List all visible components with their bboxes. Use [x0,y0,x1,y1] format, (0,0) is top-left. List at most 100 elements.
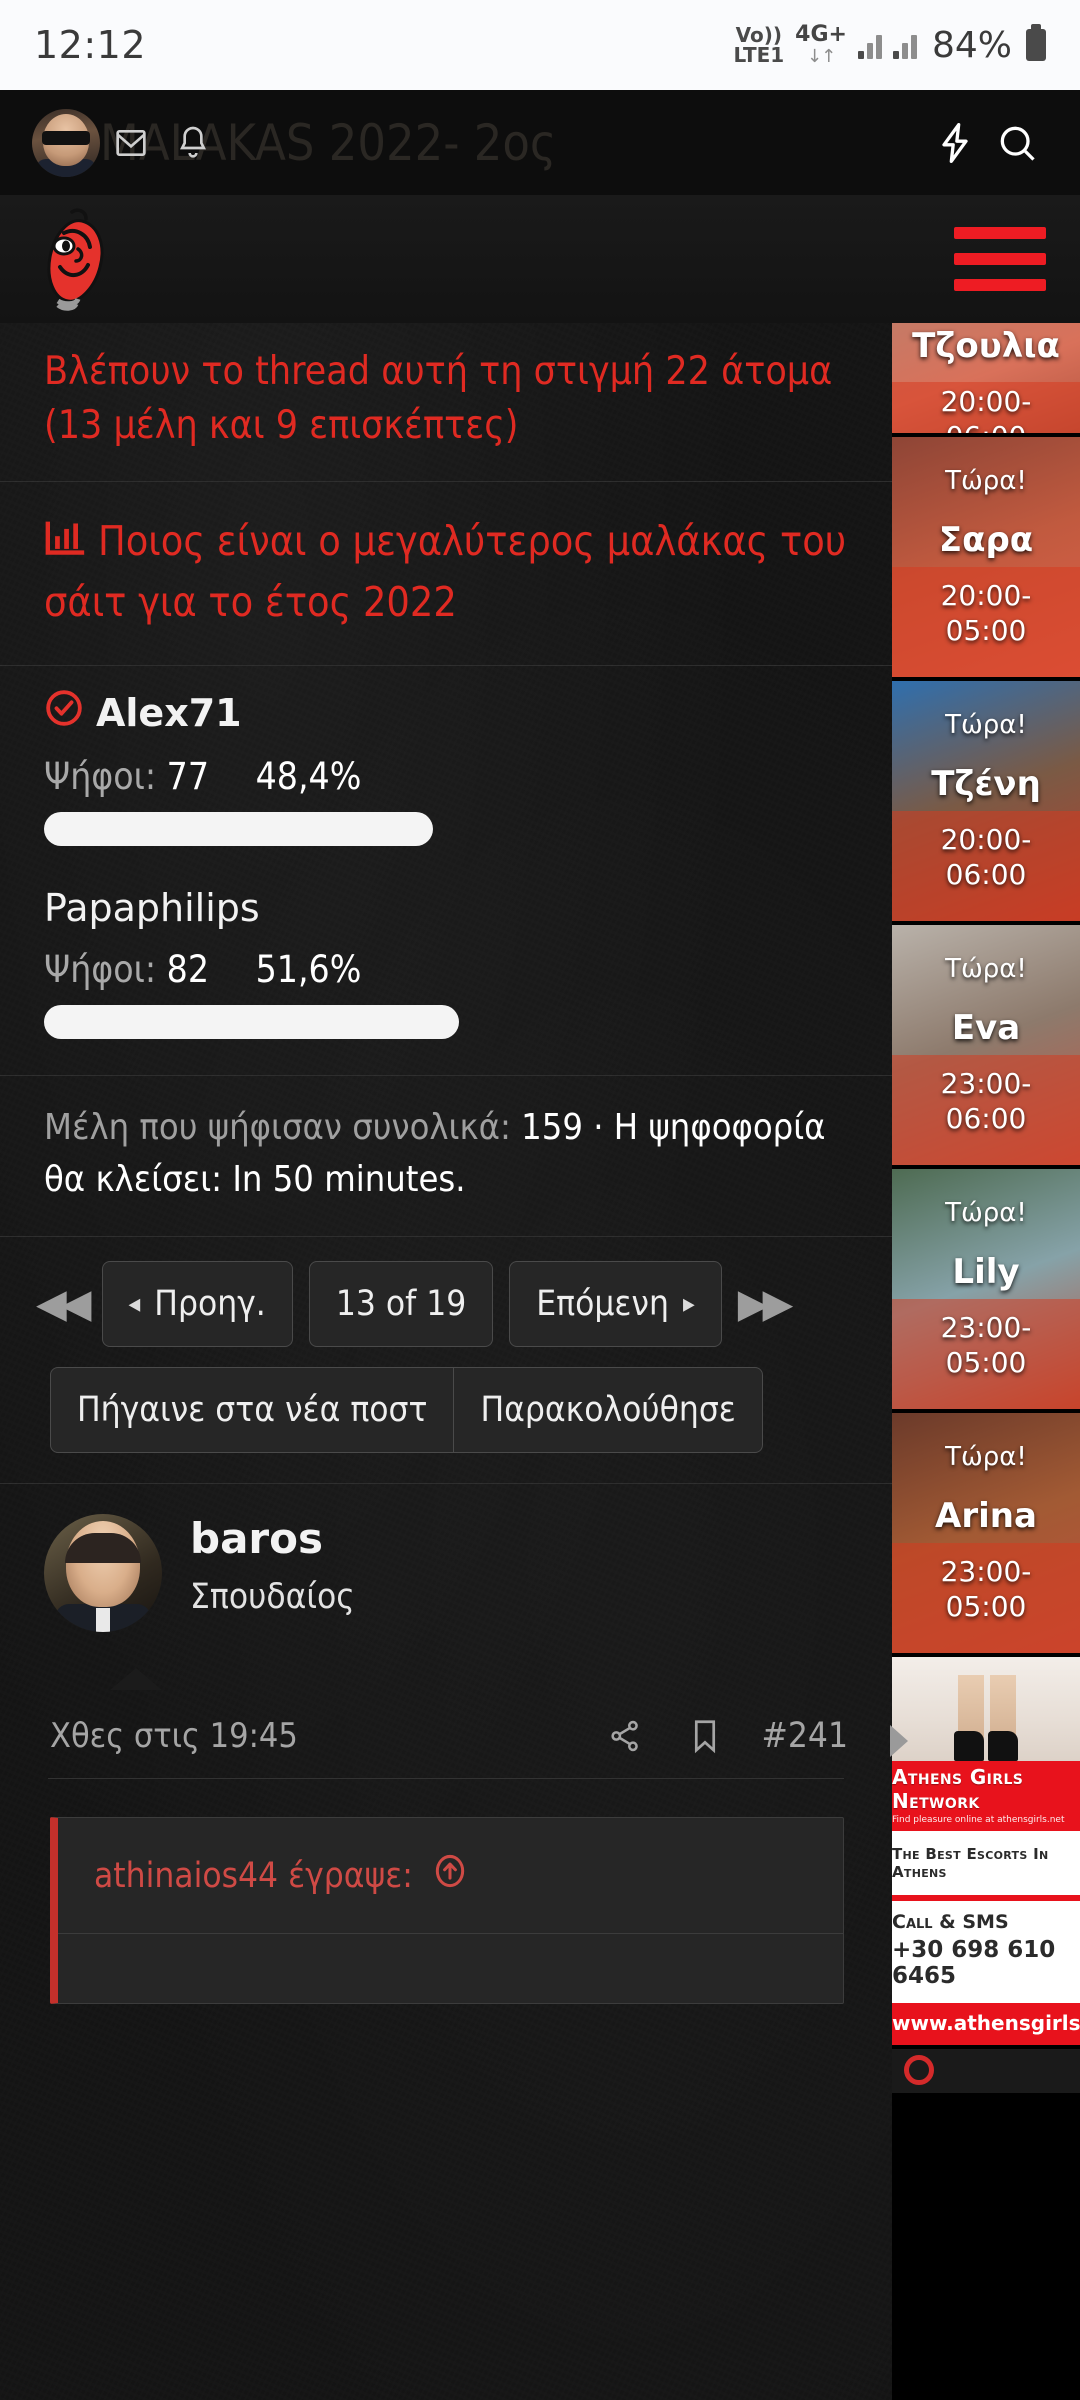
hamburger-menu-icon[interactable] [954,227,1046,291]
post-author: baros Σπουδαίος [44,1514,848,1633]
votes-percent: 51,6% [255,948,362,992]
page-indicator-label: 13 of 19 [335,1284,467,1325]
poll-option-stats: Ψήφοι: 77 48,4% [44,755,848,798]
votes-label: Ψήφοι: [44,948,157,992]
poll-bar-chart-icon [44,515,88,573]
battery-percent: 84% [931,24,1012,66]
volte-indicator: Vo)) LTE1 [734,25,785,65]
banner-ad-tagline: Find pleasure online at athensgirls.net [892,1815,1065,1825]
banner-ad[interactable]: Athens Girls Network Find pleasure online… [892,1657,1080,2045]
sidebar-ad[interactable]: Τώρα! Arina 23:00- 05:00 [892,1413,1080,1653]
signal-bars-sim2-icon [892,31,917,59]
ad-now-label: Τώρα! [945,954,1027,984]
signal-bars-sim1-icon [857,31,882,59]
divider [48,1778,844,1780]
ad-hours: 20:00- 05:00 [940,579,1032,647]
mail-icon[interactable] [100,112,162,174]
ad-now-label: Τώρα! [945,710,1027,740]
bookmark-icon[interactable] [688,1717,722,1755]
watch-thread-label: Παρακολούθησε [480,1390,736,1431]
ad-model-name: Τζουλια [912,326,1060,366]
poll-option-name-row: Alex71 [44,688,848,737]
ad-hours: 20:00-06:00 [940,823,1032,891]
battery-icon [1026,24,1046,61]
goto-new-posts-button[interactable]: Πήγαινε στα νέα ποστ [50,1367,455,1454]
ad-ring-icon [904,2055,934,2085]
ad-content: Τώρα! Σαρα 20:00- 05:00 [892,466,1080,648]
votes-count: 82 [166,948,210,992]
next-page-button[interactable]: Επόμενη ▸ [509,1261,722,1348]
ad-hours: 23:00- 05:00 [940,1311,1032,1379]
poll-bar-fill [44,1005,459,1040]
data-arrows-icon: ↓↑ [806,46,836,67]
post-bubble-notch [110,1668,162,1691]
ad-hours: 23:00- 06:00 [940,1067,1032,1135]
next-page-label: Επόμενη [536,1284,669,1325]
status-icons: Vo)) LTE1 4G+ ↓↑ 84% [734,24,1046,66]
poll-option[interactable]: Papaphilips Ψήφοι: 82 51,6% [44,864,848,1057]
post-number[interactable]: #241 [762,1716,848,1756]
jump-to-post-icon[interactable] [431,1852,469,1899]
quote-author-label[interactable]: athinaios44 έγραψε: [94,1856,413,1896]
votes-label: Ψήφοι: [44,755,157,799]
banner-ad-brand-bar: Athens Girls Network Find pleasure online… [892,1761,1080,1831]
post-timestamp[interactable]: Χθες στις 19:45 [50,1716,298,1756]
share-icon[interactable] [606,1717,644,1755]
chili-pepper-logo[interactable] [34,205,130,313]
ad-content: Τώρα! Τζένη 20:00- 06:00 [892,710,1080,892]
check-circle-icon [44,688,84,737]
ad-content: Τώρα! Lily 23:00- 05:00 [892,1198,1080,1380]
page-indicator-button[interactable]: 13 of 19 [308,1261,494,1348]
poll-bar-track [44,812,848,847]
poll-option-label: Alex71 [96,690,242,735]
ad-model-name: Τζένη [931,764,1041,804]
network-type-label: 4G+ [795,22,847,47]
ad-hours: 20:00-06:00 [940,385,1032,433]
ad-model-name: Eva [951,1008,1021,1048]
sidebar-ad[interactable]: Τζουλια 20:00-06:00 [892,323,1080,433]
sidebar-ad[interactable]: Τώρα! Eva 23:00- 06:00 [892,925,1080,1165]
ad-now-label: Τώρα! [945,466,1027,496]
post-author-name[interactable]: baros [190,1514,355,1563]
prev-page-button[interactable]: ◂ Προηγ. [101,1261,293,1348]
main-content: Βλέπουν το thread αυτή τη στιγμή 22 άτομ… [0,323,892,2400]
ad-model-name: Arina [935,1496,1037,1536]
poll-option[interactable]: Alex71 Ψήφοι: 77 48,4% [44,688,848,864]
prev-page-label: Προηγ. [154,1284,266,1325]
avatar[interactable] [32,108,100,177]
poster-avatar[interactable] [44,1514,162,1633]
ad-content: Τώρα! Eva 23:00- 06:00 [892,954,1080,1136]
sidebar-ad[interactable]: Τώρα! Lily 23:00- 05:00 [892,1169,1080,1409]
banner-ad-phone[interactable]: +30 698 610 6465 [892,1937,1080,1989]
search-icon[interactable] [986,112,1048,174]
bell-icon[interactable] [162,112,224,174]
poll-bar-fill [44,812,434,847]
post-meta: Χθες στις 19:45 #241 [0,1690,892,1778]
sidebar-ad[interactable]: Τώρα! Τζένη 20:00- 06:00 [892,681,1080,921]
banner-ad-url[interactable]: www.athensgirls.net [892,2003,1080,2045]
poll-title: Ποιος είναι ο μεγαλύτερος μαλάκας του σά… [0,482,892,665]
ad-model-name: Σαρα [938,520,1034,560]
site-header [0,195,1080,323]
quote-header: athinaios44 έγραψε: [58,1818,843,1933]
app-bar: MALAKAS 2022- 2ος [0,90,1080,195]
viewers-notice: Βλέπουν το thread αυτή τη στιγμή 22 άτομ… [44,349,833,448]
volte-line2: LTE1 [733,43,785,67]
post: baros Σπουδαίος [0,1484,892,1691]
bolt-icon[interactable] [924,112,986,174]
banner-ad-brand: Athens Girls Network [892,1765,1024,1813]
votes-count: 77 [166,755,210,799]
sidebar-scroll-arrow-icon[interactable] [890,1725,908,1757]
watch-thread-button[interactable]: Παρακολούθησε [454,1367,763,1454]
sidebar-ad[interactable]: Τώρα! Σαρα 20:00- 05:00 [892,437,1080,677]
ad-now-label: Τώρα! [945,1198,1027,1228]
poll-option-label: Papaphilips [44,886,260,931]
ad-content: Τζουλια 20:00-06:00 [892,323,1080,433]
network-type-indicator: 4G+ ↓↑ [795,24,847,66]
skip-to-last-icon[interactable]: ▶▶ [738,1281,793,1327]
banner-ad-headline: The Best Escorts In Athens [892,1831,1080,1895]
sidebar-ad-partial[interactable] [892,2049,1080,2093]
page-body: Βλέπουν το thread αυτή τη στιγμή 22 άτομ… [0,323,1080,2400]
poll-total-summary: Μέλη που ψήφισαν συνολικά: 159 · Η ψηφοφ… [0,1076,892,1236]
skip-to-first-icon[interactable]: ◀◀ [36,1281,91,1327]
